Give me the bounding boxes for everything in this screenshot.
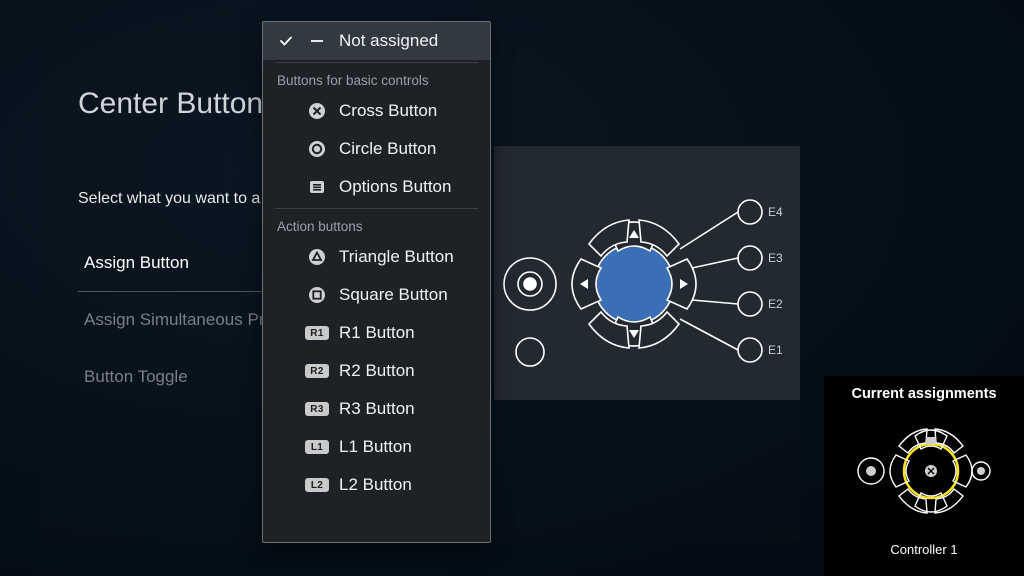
panel-subtitle: Controller 1 [824,536,1024,567]
dropdown-item-cross[interactable]: Cross Button [263,92,490,130]
assignments-mini-diagram [849,406,999,536]
options-icon [307,177,327,197]
dropdown-item-square[interactable]: Square Button [263,276,490,314]
current-assignments-panel: Current assignments Controller 1 [824,376,1024,576]
dropdown-item-r2[interactable]: R2 R2 Button [263,352,490,390]
dropdown-item-label: Square Button [339,285,448,305]
expansion-label-e1: E1 [768,343,783,357]
dropdown-item-label: Triangle Button [339,247,454,267]
page-title: Center Button [78,87,263,121]
dropdown-item-label: Not assigned [339,31,438,51]
dropdown-item-triangle[interactable]: Triangle Button [263,238,490,276]
r1-icon: R1 [307,323,327,343]
separator [275,62,478,63]
dropdown-item-label: Cross Button [339,101,437,121]
dropdown-item-label: R2 Button [339,361,415,381]
dropdown-item-r3[interactable]: R3 R3 Button [263,390,490,428]
dropdown-item-label: R3 Button [339,399,415,419]
dropdown-item-options[interactable]: Options Button [263,168,490,206]
expansion-label-e2: E2 [768,297,783,311]
l1-icon: L1 [307,437,327,457]
prompt-text: Select what you want to a [78,190,260,208]
l2-icon: L2 [307,475,327,495]
square-icon [307,285,327,305]
dropdown-item-l2[interactable]: L2 L2 Button [263,466,490,504]
dropdown-item-label: Options Button [339,177,451,197]
dropdown-item-not-assigned[interactable]: Not assigned [263,22,490,60]
dropdown-section-action: Action buttons [263,211,490,238]
cross-icon [307,101,327,121]
circle-icon [307,139,327,159]
dropdown-section-basic: Buttons for basic controls [263,65,490,92]
dropdown-item-label: L2 Button [339,475,412,495]
r2-icon: R2 [307,361,327,381]
dropdown-item-r1[interactable]: R1 R1 Button [263,314,490,352]
expansion-label-e4: E4 [768,205,783,219]
panel-title: Current assignments [824,376,1024,406]
dropdown-item-label: Circle Button [339,139,436,159]
dropdown-item-label: L1 Button [339,437,412,457]
dropdown-item-l1[interactable]: L1 L1 Button [263,428,490,466]
r3-icon: R3 [307,399,327,419]
dropdown-item-circle[interactable]: Circle Button [263,130,490,168]
controller-diagram: E4 E3 E2 E1 [494,146,800,400]
dropdown-item-label: R1 Button [339,323,415,343]
checkmark-icon [277,34,295,48]
minus-icon [307,31,327,51]
separator [275,208,478,209]
expansion-label-e3: E3 [768,251,783,265]
triangle-icon [307,247,327,267]
assignment-dropdown: Not assigned Buttons for basic controls … [262,21,491,543]
